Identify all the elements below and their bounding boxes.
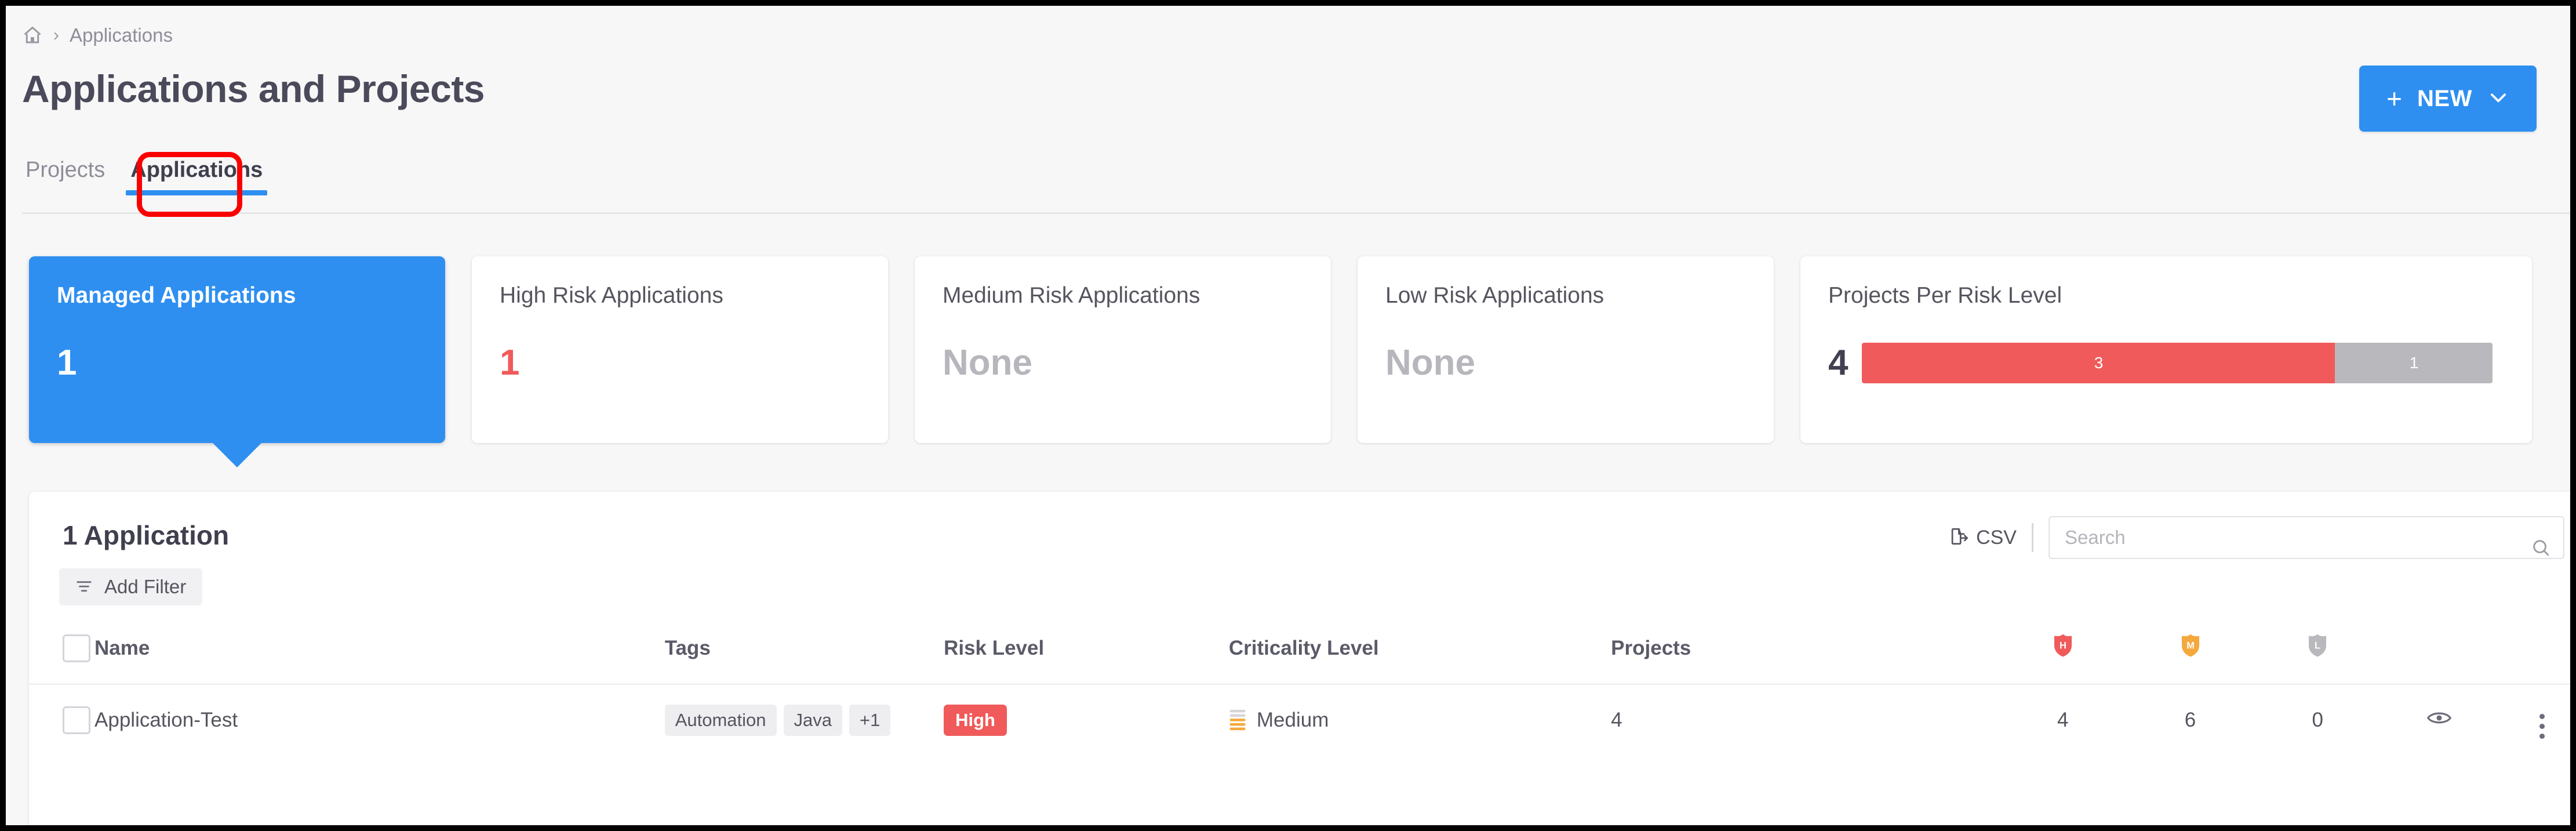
risk-stacked-bar: 3 1 bbox=[1862, 342, 2493, 383]
card-title: Medium Risk Applications bbox=[943, 283, 1200, 308]
plus-icon: + bbox=[2386, 84, 2403, 114]
cell-criticality-level: Medium bbox=[1229, 684, 1611, 755]
cell-tags: Automation Java +1 bbox=[664, 684, 944, 755]
tag-list: Automation Java +1 bbox=[664, 704, 897, 736]
shield-medium-icon: M bbox=[2181, 634, 2199, 657]
page-title: Applications and Projects bbox=[22, 67, 485, 110]
home-icon[interactable] bbox=[22, 25, 43, 46]
table-header-row: Name Tags Risk Level Criticality Level P… bbox=[29, 625, 2570, 685]
applications-table: Name Tags Risk Level Criticality Level P… bbox=[29, 625, 2570, 755]
card-title: High Risk Applications bbox=[500, 283, 723, 308]
panel-tools: CSV bbox=[1948, 516, 2564, 559]
risk-total-value: 4 bbox=[1828, 343, 1849, 383]
header-low-severity[interactable]: L bbox=[2254, 625, 2382, 685]
shield-low-icon: L bbox=[2309, 634, 2327, 657]
tag-overflow-chip[interactable]: +1 bbox=[849, 704, 891, 736]
panel-header: 1 Application Add Filter CSV Search bbox=[29, 492, 2570, 625]
risk-distribution: 4 3 1 bbox=[1828, 342, 2493, 383]
card-medium-risk-applications[interactable]: Medium Risk Applications None bbox=[915, 256, 1331, 443]
new-button-label: NEW bbox=[2417, 85, 2472, 111]
criticality-level-label: Medium bbox=[1256, 708, 1329, 731]
select-all-checkbox[interactable] bbox=[63, 634, 90, 662]
tab-applications[interactable]: Applications bbox=[118, 158, 275, 195]
summary-cards: Managed Applications 1 High Risk Applica… bbox=[29, 256, 2532, 467]
header-view bbox=[2381, 625, 2497, 685]
cell-low-count: 0 bbox=[2312, 708, 2323, 731]
tag-chip[interactable]: Java bbox=[783, 704, 842, 736]
cell-actions bbox=[2497, 684, 2570, 755]
svg-text:H: H bbox=[2060, 640, 2066, 651]
cell-view bbox=[2381, 684, 2497, 755]
eye-icon[interactable] bbox=[2426, 709, 2451, 731]
card-title: Low Risk Applications bbox=[1385, 283, 1604, 308]
tab-bar: Projects Applications bbox=[22, 158, 275, 195]
card-managed-applications[interactable]: Managed Applications 1 bbox=[29, 256, 445, 467]
table-row[interactable]: Application-Test Automation Java +1 High bbox=[29, 684, 2570, 755]
add-filter-button[interactable]: Add Filter bbox=[59, 568, 203, 605]
status-badge: High bbox=[944, 704, 1007, 736]
chevron-down-icon bbox=[2487, 86, 2509, 111]
cell-risk-level: High bbox=[944, 684, 1229, 755]
application-count-title: 1 Application bbox=[63, 520, 230, 550]
card-value: 1 bbox=[57, 343, 77, 383]
header-criticality-level[interactable]: Criticality Level bbox=[1228, 625, 1611, 685]
card-title: Managed Applications bbox=[57, 283, 296, 308]
export-csv-label: CSV bbox=[1976, 526, 2017, 549]
tab-projects[interactable]: Projects bbox=[22, 158, 118, 195]
header-name[interactable]: Name bbox=[94, 625, 665, 685]
header-medium-severity[interactable]: M bbox=[2126, 625, 2254, 685]
row-checkbox[interactable] bbox=[63, 706, 90, 734]
card-high-risk-applications[interactable]: High Risk Applications 1 bbox=[472, 256, 888, 443]
tag-chip[interactable]: Automation bbox=[664, 704, 777, 736]
export-csv-icon bbox=[1948, 527, 1969, 549]
card-projects-per-risk-level[interactable]: Projects Per Risk Level 4 3 1 bbox=[1800, 256, 2532, 443]
filter-icon bbox=[75, 577, 93, 597]
card-low-risk-applications[interactable]: Low Risk Applications None bbox=[1358, 256, 1774, 443]
card-selected-pointer bbox=[212, 442, 263, 467]
applications-panel: 1 Application Add Filter CSV Search Name… bbox=[29, 492, 2570, 825]
breadcrumb-current[interactable]: Applications bbox=[70, 24, 173, 46]
card-value: 1 bbox=[500, 343, 520, 383]
row-select-cell bbox=[29, 684, 94, 755]
header-select-all bbox=[29, 625, 95, 685]
header-risk-level[interactable]: Risk Level bbox=[944, 625, 1229, 685]
card-value: None bbox=[1385, 343, 1475, 383]
card-value: None bbox=[943, 343, 1032, 383]
svg-text:L: L bbox=[2315, 640, 2320, 651]
tab-divider bbox=[22, 212, 2570, 214]
breadcrumb-separator: › bbox=[53, 26, 59, 45]
cell-projects: 4 bbox=[1611, 708, 1622, 731]
search-box[interactable] bbox=[2049, 516, 2564, 559]
header-actions bbox=[2496, 625, 2570, 685]
cell-high-count: 4 bbox=[2057, 708, 2069, 731]
criticality-level-icon bbox=[1229, 709, 1246, 730]
add-filter-label: Add Filter bbox=[104, 576, 187, 597]
card-title: Projects Per Risk Level bbox=[1828, 283, 2062, 308]
risk-segment-high[interactable]: 3 bbox=[1862, 342, 2335, 383]
export-csv-button[interactable]: CSV bbox=[1948, 527, 2032, 549]
kebab-menu-icon[interactable] bbox=[2539, 714, 2545, 739]
toolbar-divider bbox=[2032, 523, 2033, 552]
app-window: › Applications Applications and Projects… bbox=[6, 6, 2570, 825]
new-button[interactable]: + NEW bbox=[2359, 66, 2537, 132]
breadcrumb: › Applications bbox=[22, 22, 173, 49]
shield-high-icon: H bbox=[2054, 634, 2072, 657]
header-tags[interactable]: Tags bbox=[664, 625, 944, 685]
header-high-severity[interactable]: H bbox=[1999, 625, 2127, 685]
svg-text:M: M bbox=[2186, 640, 2195, 651]
cell-name[interactable]: Application-Test bbox=[94, 684, 665, 755]
risk-segment-low[interactable]: 1 bbox=[2335, 342, 2493, 383]
cell-medium-count: 6 bbox=[2184, 708, 2196, 731]
header-projects[interactable]: Projects bbox=[1611, 625, 1999, 685]
search-input[interactable] bbox=[2050, 517, 2563, 558]
